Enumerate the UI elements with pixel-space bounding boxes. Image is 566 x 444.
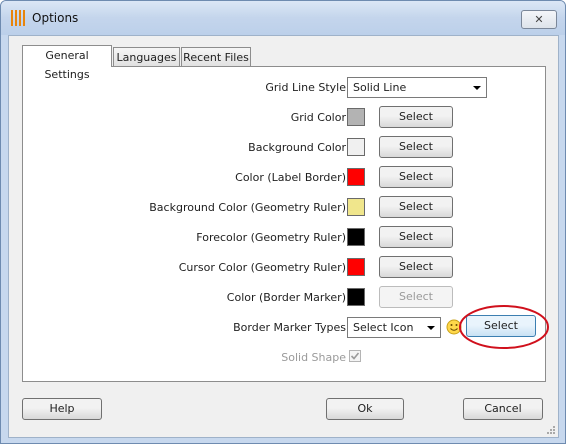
border-marker-types-value: Select Icon bbox=[353, 321, 414, 334]
help-button[interactable]: Help bbox=[22, 398, 102, 420]
ruler-background-color-swatch bbox=[347, 198, 365, 216]
grid-color-label: Grid Color bbox=[290, 111, 346, 124]
grid-line-style-select[interactable]: Solid Line bbox=[347, 77, 487, 98]
grid-line-style-value: Solid Line bbox=[353, 81, 407, 94]
chevron-down-icon bbox=[427, 326, 435, 330]
background-color-label: Background Color bbox=[248, 141, 346, 154]
label-border-color-label: Color (Label Border) bbox=[235, 171, 346, 184]
cancel-button[interactable]: Cancel bbox=[463, 398, 543, 420]
ruler-cursor-color-swatch bbox=[347, 258, 365, 276]
label-border-color-select-button[interactable]: Select bbox=[379, 166, 453, 188]
border-marker-color-label: Color (Border Marker) bbox=[226, 291, 346, 304]
grid-color-swatch bbox=[347, 108, 365, 126]
dialog-client-area: General Settings Languages Recent Files … bbox=[8, 35, 559, 438]
ruler-background-color-select-button[interactable]: Select bbox=[379, 196, 453, 218]
ruler-forecolor-select-button[interactable]: Select bbox=[379, 226, 453, 248]
solid-shape-label: Solid Shape bbox=[281, 351, 346, 364]
solid-shape-checkbox bbox=[349, 350, 361, 362]
border-marker-types-select[interactable]: Select Icon bbox=[347, 317, 441, 338]
chevron-down-icon bbox=[473, 86, 481, 90]
close-button[interactable]: ✕ bbox=[521, 10, 557, 29]
app-icon bbox=[11, 10, 25, 26]
checkmark-icon bbox=[350, 352, 360, 360]
ruler-cursor-color-select-button[interactable]: Select bbox=[379, 256, 453, 278]
resize-grip-icon[interactable] bbox=[544, 423, 556, 435]
general-settings-panel: Grid Line Style Solid Line Grid Color Se… bbox=[22, 66, 549, 382]
window-title: Options bbox=[32, 11, 79, 25]
ruler-cursor-color-label: Cursor Color (Geometry Ruler) bbox=[178, 261, 346, 274]
close-icon: ✕ bbox=[534, 13, 544, 26]
ruler-forecolor-swatch bbox=[347, 228, 365, 246]
grid-line-style-label: Grid Line Style bbox=[265, 81, 346, 94]
title-bar[interactable]: Options ✕ bbox=[1, 1, 565, 35]
tab-recent-files[interactable]: Recent Files bbox=[181, 47, 251, 66]
border-marker-color-select-button: Select bbox=[379, 286, 453, 308]
grid-color-select-button[interactable]: Select bbox=[379, 106, 453, 128]
tab-general-settings[interactable]: General Settings bbox=[22, 45, 112, 81]
ruler-forecolor-label: Forecolor (Geometry Ruler) bbox=[196, 231, 346, 244]
ruler-background-color-label: Background Color (Geometry Ruler) bbox=[149, 201, 346, 214]
border-marker-color-swatch bbox=[347, 288, 365, 306]
background-color-swatch bbox=[347, 138, 365, 156]
background-color-select-button[interactable]: Select bbox=[379, 136, 453, 158]
label-border-color-swatch bbox=[347, 168, 365, 186]
annotation-ellipse bbox=[459, 305, 549, 349]
ok-button[interactable]: Ok bbox=[326, 398, 404, 420]
tab-languages[interactable]: Languages bbox=[113, 47, 180, 66]
border-marker-types-label: Border Marker Types bbox=[233, 321, 346, 334]
options-dialog: Options ✕ General Settings Languages Rec… bbox=[0, 0, 566, 444]
